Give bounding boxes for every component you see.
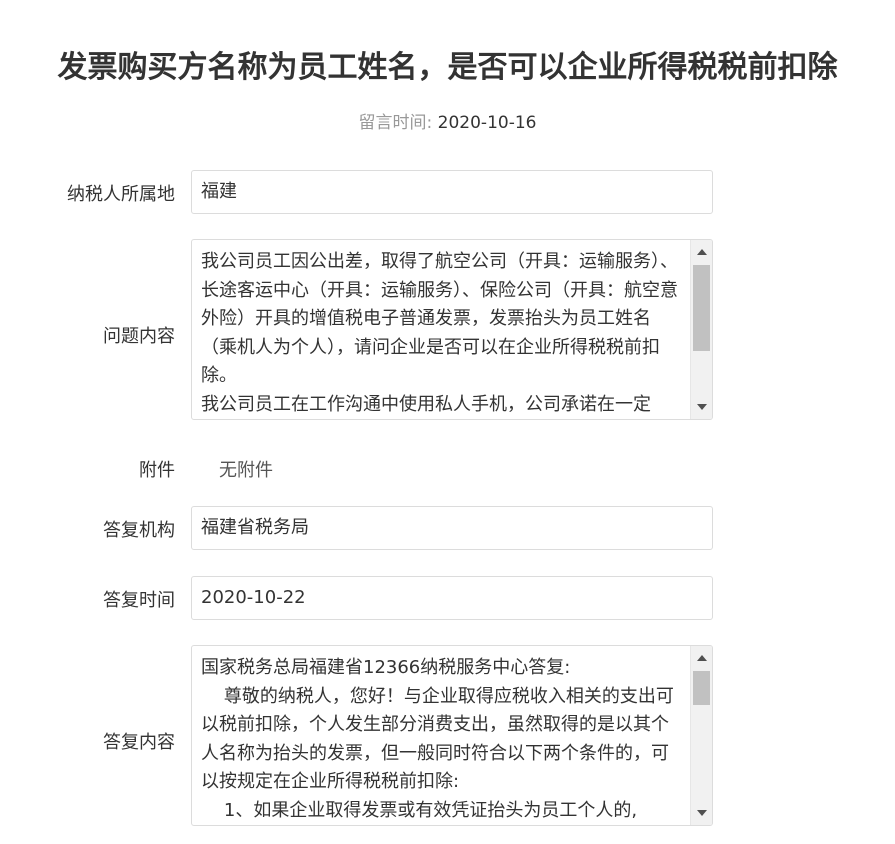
scroll-up-arrow-icon[interactable] (697, 249, 707, 255)
reply-content-text: 国家税务总局福建省12366纳税服务中心答复: 尊敬的纳税人，您好！与企业取得应… (201, 654, 682, 825)
question-text: 我公司员工因公出差，取得了航空公司（开具：运输服务）、长途客运中心（开具：运输服… (201, 248, 682, 419)
location-field[interactable]: 福建 (191, 170, 713, 214)
message-time: 留言时间: 2020-10-16 (0, 108, 895, 133)
location-label: 纳税人所属地 (0, 180, 175, 206)
page: 发票购买方名称为员工姓名，是否可以企业所得税税前扣除 留言时间: 2020-10… (0, 0, 895, 844)
attachment-label: 附件 (0, 456, 175, 482)
reply-org-label: 答复机构 (0, 516, 175, 542)
reply-time-field[interactable]: 2020-10-22 (191, 576, 713, 620)
attachment-value: 无附件 (219, 456, 273, 482)
question-textarea[interactable]: 我公司员工因公出差，取得了航空公司（开具：运输服务）、长途客运中心（开具：运输服… (191, 239, 713, 420)
question-scroll-thumb[interactable] (693, 265, 710, 351)
question-scrollbar[interactable] (690, 240, 712, 419)
message-time-label: 留言时间: (359, 113, 433, 133)
question-label: 问题内容 (0, 322, 175, 348)
reply-content-label: 答复内容 (0, 728, 175, 754)
reply-time-label: 答复时间 (0, 586, 175, 612)
page-title: 发票购买方名称为员工姓名，是否可以企业所得税税前扣除 (0, 42, 895, 86)
reply-scrollbar[interactable] (690, 646, 712, 825)
scroll-down-arrow-icon[interactable] (697, 404, 707, 410)
scroll-down-arrow-icon[interactable] (697, 810, 707, 816)
reply-scroll-thumb[interactable] (693, 671, 710, 705)
reply-content-textarea[interactable]: 国家税务总局福建省12366纳税服务中心答复: 尊敬的纳税人，您好！与企业取得应… (191, 645, 713, 826)
message-time-value: 2020-10-16 (438, 113, 537, 133)
reply-org-field[interactable]: 福建省税务局 (191, 506, 713, 550)
scroll-up-arrow-icon[interactable] (697, 655, 707, 661)
